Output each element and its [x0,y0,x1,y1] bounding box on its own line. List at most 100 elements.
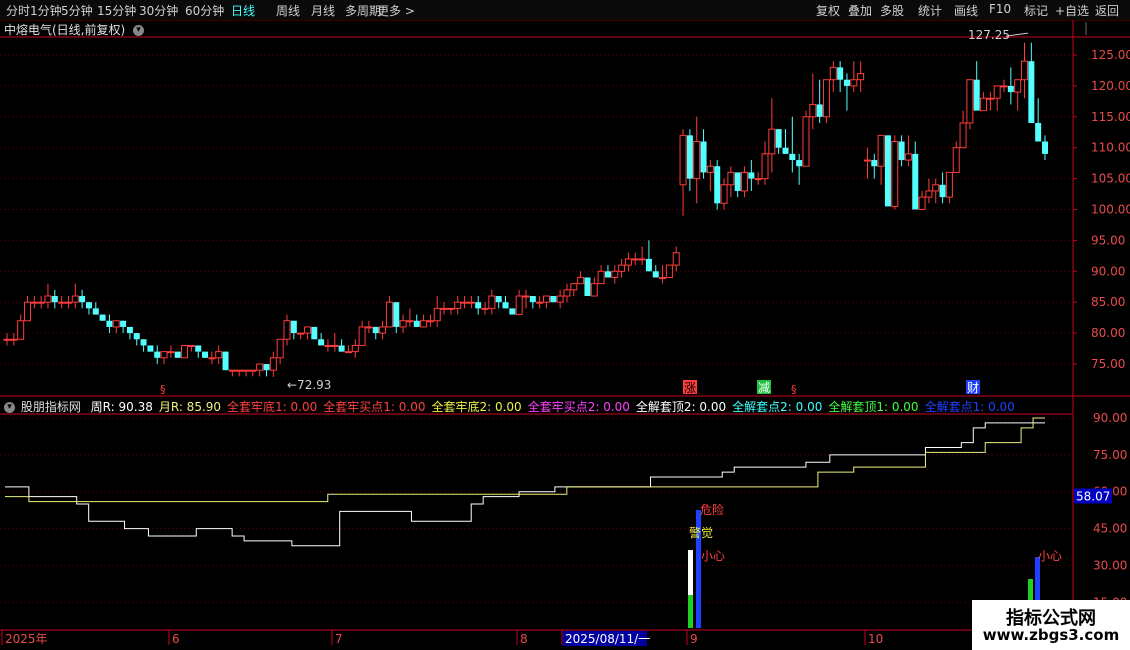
candle-down [154,351,161,358]
candle-up [440,307,448,310]
candle-up [23,301,31,322]
monthly-r-line [5,417,1045,503]
candle-up [857,73,865,81]
candle-up [570,283,578,291]
candle-up [672,252,680,266]
candle-up [30,301,38,304]
candle-up [1014,79,1022,93]
chevron-down-icon[interactable]: ▾ [4,402,15,413]
candle-up [303,326,311,334]
candle-down [884,135,891,207]
candle-up [665,264,673,278]
candle-up [297,332,305,335]
indicator-tick-label: 45.00 [1093,522,1127,536]
candle-down [939,184,946,198]
candle-up [160,351,168,359]
indicator-legend: ▾ 股朋指标网 周R: 90.38 月R: 85.90 全套牢底1: 0.00 全套牢… [4,398,1027,415]
signal-bar [688,595,693,628]
candle-up [993,85,1001,99]
candle-down [140,339,147,346]
candle-up [768,128,776,155]
candle-down [898,141,905,161]
candle-down [796,160,803,167]
candle-up [959,122,967,149]
candle-up [406,320,414,323]
legend-item-4: 全套牢底2: 0.00 [431,400,522,414]
legend-item-5: 全套牢买点2: 0.00 [527,400,630,414]
candle-up [624,258,632,266]
candle-up [420,320,428,328]
candle-up [925,190,933,198]
candle-up [235,369,243,372]
candle-down [1035,122,1042,142]
candle-up [385,301,393,328]
candle-down [495,296,502,303]
x-axis-label: 6 [172,632,180,646]
indicator-tick-label: 90.00 [1093,411,1127,425]
signal-label: 危险 [700,502,724,517]
dividend-marker: § [791,383,797,396]
candle-down [1028,61,1035,123]
price-tick-label: 85.00 [1091,295,1125,309]
candle-up [891,141,899,207]
candle-up [706,165,714,173]
candle-down [1042,141,1048,154]
price-tick-label: 95.00 [1091,233,1125,247]
candle-up [454,301,462,309]
candle-up [563,289,571,297]
candle-up [877,134,885,167]
price-tick-label: 120.00 [1091,79,1130,93]
candle-down [550,296,557,303]
candle-up [741,171,749,192]
candle-up [167,351,175,354]
candle-down [871,160,878,167]
price-tick-label: 75.00 [1091,357,1125,371]
candle-up [44,295,52,303]
candle-down [393,302,400,327]
legend-item-0: 周R: 90.38 [90,400,153,414]
candle-up [269,357,277,371]
legend-item-9: 全解套点1: 0.00 [924,400,1015,414]
candle-up [365,326,373,329]
candle-up [3,338,11,341]
candle-down [147,345,154,352]
candle-down [843,79,850,86]
candle-down [338,345,345,352]
candle-up [822,79,830,118]
candle-up [966,79,974,124]
price-tick-label: 125.00 [1091,48,1130,62]
candle-up [17,320,25,340]
candle-down [509,308,516,315]
candle-up [590,283,598,297]
candle-up [249,369,257,372]
candle-up [693,141,701,180]
candle-down [92,308,99,315]
x-axis-label: 10 [868,632,883,646]
candle-up [679,134,687,186]
candle-up [918,196,926,210]
signal-label: 警觉 [689,525,713,540]
indicator-name: 股朋指标网 [20,400,81,414]
candle-up [809,103,817,118]
candle-up [597,270,605,285]
legend-item-3: 全套牢买点1: 0.00 [323,400,426,414]
candle-up [727,171,735,186]
weekly-r-line [5,422,1045,547]
candle-up [761,153,769,180]
candle-up [638,258,646,261]
candle-down [604,271,611,278]
candle-down [99,314,106,321]
price-tick-label: 110.00 [1091,141,1130,155]
event-marker-label: 减 [758,381,770,395]
candle-up [980,97,988,112]
candle-up [58,301,66,304]
watermark-url: www.zbgs3.com [982,626,1120,644]
candle-up [187,344,195,347]
x-axis-label: 2025年 [5,632,48,646]
watermark: 指标公式网 www.zbgs3.com [972,600,1130,650]
candle-up [481,307,489,310]
candle-down [133,333,140,340]
candle-up [324,344,332,347]
candle-up [945,171,953,198]
candle-up [863,159,871,162]
